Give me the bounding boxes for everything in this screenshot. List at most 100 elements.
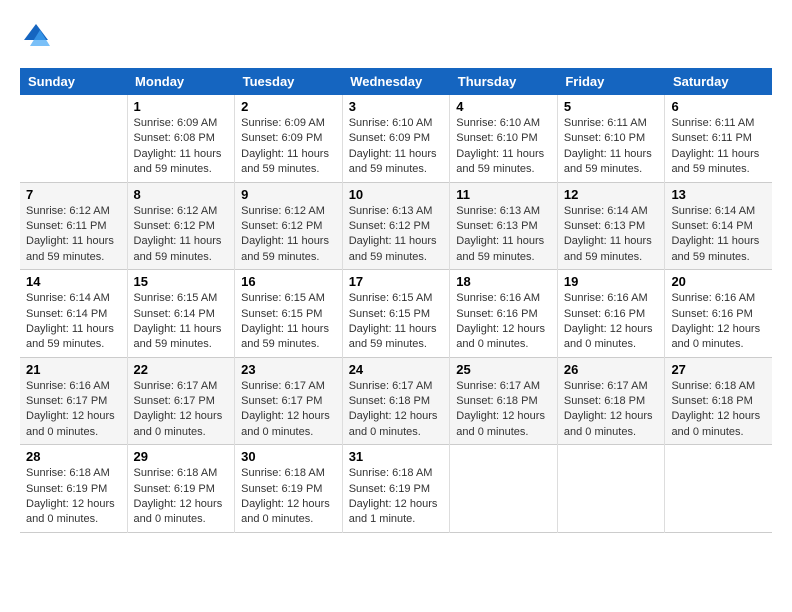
day-info: Sunrise: 6:15 AMSunset: 6:14 PMDaylight:…: [134, 291, 229, 353]
day-number: 31: [349, 449, 444, 464]
day-number: 20: [671, 274, 766, 289]
day-info: Sunrise: 6:13 AMSunset: 6:13 PMDaylight:…: [456, 204, 551, 266]
day-number: 7: [26, 187, 121, 202]
calendar-cell: 12 Sunrise: 6:14 AMSunset: 6:13 PMDayligh…: [557, 182, 665, 270]
day-number: 4: [456, 99, 551, 114]
day-number: 25: [456, 362, 551, 377]
day-info: Sunrise: 6:09 AMSunset: 6:08 PMDaylight:…: [134, 116, 229, 178]
day-number: 22: [134, 362, 229, 377]
calendar-cell: 13 Sunrise: 6:14 AMSunset: 6:14 PMDayligh…: [665, 182, 772, 270]
header-day-wednesday: Wednesday: [342, 68, 450, 95]
day-info: Sunrise: 6:18 AMSunset: 6:18 PMDaylight:…: [671, 379, 766, 441]
calendar-header: SundayMondayTuesdayWednesdayThursdayFrid…: [20, 68, 772, 95]
calendar-cell: 26Sunrise: 6:17 AMSunset: 6:18 PMDayligh…: [557, 357, 665, 445]
day-info: Sunrise: 6:11 AMSunset: 6:10 PMDaylight:…: [564, 116, 659, 178]
day-info: Sunrise: 6:18 AMSunset: 6:19 PMDaylight:…: [241, 466, 336, 528]
calendar-cell: 6 Sunrise: 6:11 AMSunset: 6:11 PMDaylight…: [665, 95, 772, 182]
calendar-cell: [557, 445, 665, 533]
day-number: 29: [134, 449, 229, 464]
day-info: Sunrise: 6:17 AMSunset: 6:17 PMDaylight:…: [134, 379, 229, 441]
header-day-friday: Friday: [557, 68, 665, 95]
day-info: Sunrise: 6:11 AMSunset: 6:11 PMDaylight:…: [671, 116, 766, 178]
day-number: 30: [241, 449, 336, 464]
day-info: Sunrise: 6:16 AMSunset: 6:16 PMDaylight:…: [456, 291, 551, 353]
week-row-5: 28 Sunrise: 6:18 AMSunset: 6:19 PMDayligh…: [20, 445, 772, 533]
calendar-cell: 17Sunrise: 6:15 AMSunset: 6:15 PMDayligh…: [342, 270, 450, 358]
week-row-2: 7 Sunrise: 6:12 AMSunset: 6:11 PMDaylight…: [20, 182, 772, 270]
day-number: 17: [349, 274, 444, 289]
calendar-cell: 31 Sunrise: 6:18 AMSunset: 6:19 PMDayligh…: [342, 445, 450, 533]
day-number: 18: [456, 274, 551, 289]
calendar-cell: 29 Sunrise: 6:18 AMSunset: 6:19 PMDayligh…: [127, 445, 235, 533]
day-number: 23: [241, 362, 336, 377]
day-number: 10: [349, 187, 444, 202]
calendar-cell: 18 Sunrise: 6:16 AMSunset: 6:16 PMDayligh…: [450, 270, 558, 358]
day-info: Sunrise: 6:13 AMSunset: 6:12 PMDaylight:…: [349, 204, 444, 266]
day-number: 19: [564, 274, 659, 289]
day-number: 16: [241, 274, 336, 289]
calendar-cell: 22 Sunrise: 6:17 AMSunset: 6:17 PMDayligh…: [127, 357, 235, 445]
day-number: 13: [671, 187, 766, 202]
day-number: 27: [671, 362, 766, 377]
logo-icon: [20, 20, 52, 52]
day-number: 2: [241, 99, 336, 114]
calendar-cell: 23 Sunrise: 6:17 AMSunset: 6:17 PMDayligh…: [235, 357, 343, 445]
day-number: 6: [671, 99, 766, 114]
calendar-cell: 3 Sunrise: 6:10 AMSunset: 6:09 PMDaylight…: [342, 95, 450, 182]
header-day-tuesday: Tuesday: [235, 68, 343, 95]
header-day-sunday: Sunday: [20, 68, 127, 95]
calendar-cell: 14 Sunrise: 6:14 AMSunset: 6:14 PMDayligh…: [20, 270, 127, 358]
calendar-body: 1 Sunrise: 6:09 AMSunset: 6:08 PMDaylight…: [20, 95, 772, 532]
day-number: 15: [134, 274, 229, 289]
calendar-cell: 15 Sunrise: 6:15 AMSunset: 6:14 PMDayligh…: [127, 270, 235, 358]
day-number: 28: [26, 449, 121, 464]
day-number: 12: [564, 187, 659, 202]
day-info: Sunrise: 6:18 AMSunset: 6:19 PMDaylight:…: [349, 466, 444, 528]
day-info: Sunrise: 6:15 AMSunset: 6:15 PMDaylight:…: [241, 291, 336, 353]
header-day-thursday: Thursday: [450, 68, 558, 95]
day-info: Sunrise: 6:17 AMSunset: 6:17 PMDaylight:…: [241, 379, 336, 441]
day-info: Sunrise: 6:17 AMSunset: 6:18 PMDaylight:…: [349, 379, 444, 441]
day-number: 21: [26, 362, 121, 377]
day-number: 9: [241, 187, 336, 202]
day-number: 14: [26, 274, 121, 289]
week-row-3: 14 Sunrise: 6:14 AMSunset: 6:14 PMDayligh…: [20, 270, 772, 358]
logo: [20, 20, 56, 52]
calendar-table: SundayMondayTuesdayWednesdayThursdayFrid…: [20, 68, 772, 533]
day-info: Sunrise: 6:18 AMSunset: 6:19 PMDaylight:…: [26, 466, 121, 528]
calendar-cell: 11Sunrise: 6:13 AMSunset: 6:13 PMDayligh…: [450, 182, 558, 270]
calendar-cell: 28 Sunrise: 6:18 AMSunset: 6:19 PMDayligh…: [20, 445, 127, 533]
week-row-4: 21Sunrise: 6:16 AMSunset: 6:17 PMDayligh…: [20, 357, 772, 445]
day-number: 3: [349, 99, 444, 114]
calendar-cell: 21Sunrise: 6:16 AMSunset: 6:17 PMDayligh…: [20, 357, 127, 445]
calendar-cell: 25 Sunrise: 6:17 AMSunset: 6:18 PMDayligh…: [450, 357, 558, 445]
day-info: Sunrise: 6:10 AMSunset: 6:09 PMDaylight:…: [349, 116, 444, 178]
page-header: [20, 20, 772, 52]
calendar-cell: 10 Sunrise: 6:13 AMSunset: 6:12 PMDayligh…: [342, 182, 450, 270]
day-info: Sunrise: 6:14 AMSunset: 6:13 PMDaylight:…: [564, 204, 659, 266]
day-info: Sunrise: 6:12 AMSunset: 6:11 PMDaylight:…: [26, 204, 121, 266]
calendar-cell: 24 Sunrise: 6:17 AMSunset: 6:18 PMDayligh…: [342, 357, 450, 445]
calendar-cell: 30 Sunrise: 6:18 AMSunset: 6:19 PMDayligh…: [235, 445, 343, 533]
calendar-cell: 5 Sunrise: 6:11 AMSunset: 6:10 PMDaylight…: [557, 95, 665, 182]
calendar-cell: 19Sunrise: 6:16 AMSunset: 6:16 PMDayligh…: [557, 270, 665, 358]
day-info: Sunrise: 6:17 AMSunset: 6:18 PMDaylight:…: [456, 379, 551, 441]
day-info: Sunrise: 6:14 AMSunset: 6:14 PMDaylight:…: [671, 204, 766, 266]
header-day-saturday: Saturday: [665, 68, 772, 95]
day-info: Sunrise: 6:10 AMSunset: 6:10 PMDaylight:…: [456, 116, 551, 178]
calendar-cell: 7 Sunrise: 6:12 AMSunset: 6:11 PMDaylight…: [20, 182, 127, 270]
day-number: 5: [564, 99, 659, 114]
day-number: 24: [349, 362, 444, 377]
calendar-cell: [20, 95, 127, 182]
calendar-cell: 20Sunrise: 6:16 AMSunset: 6:16 PMDayligh…: [665, 270, 772, 358]
day-number: 8: [134, 187, 229, 202]
calendar-cell: 16 Sunrise: 6:15 AMSunset: 6:15 PMDayligh…: [235, 270, 343, 358]
calendar-cell: 2Sunrise: 6:09 AMSunset: 6:09 PMDaylight…: [235, 95, 343, 182]
calendar-cell: [450, 445, 558, 533]
header-day-monday: Monday: [127, 68, 235, 95]
day-number: 1: [134, 99, 229, 114]
calendar-cell: 9Sunrise: 6:12 AMSunset: 6:12 PMDaylight…: [235, 182, 343, 270]
day-info: Sunrise: 6:14 AMSunset: 6:14 PMDaylight:…: [26, 291, 121, 353]
calendar-cell: 27 Sunrise: 6:18 AMSunset: 6:18 PMDayligh…: [665, 357, 772, 445]
day-info: Sunrise: 6:18 AMSunset: 6:19 PMDaylight:…: [134, 466, 229, 528]
